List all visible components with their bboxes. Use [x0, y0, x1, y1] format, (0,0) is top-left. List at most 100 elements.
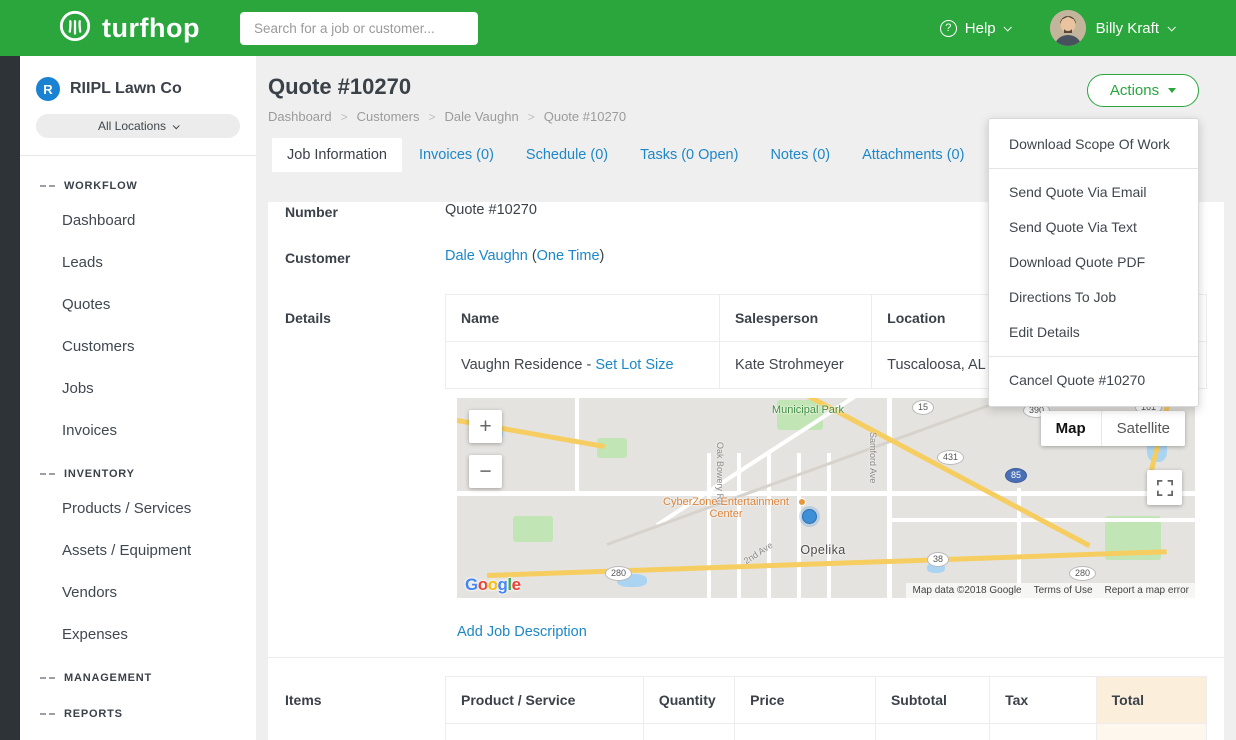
breadcrumb-dashboard[interactable]: Dashboard	[268, 109, 332, 124]
terms-of-use-link[interactable]: Terms of Use	[1034, 585, 1093, 596]
sidebar-item-jobs[interactable]: Jobs	[20, 368, 256, 410]
items-table-row	[446, 724, 1207, 740]
chevron-down-icon	[1003, 23, 1011, 31]
customer-link[interactable]: Dale Vaughn	[445, 248, 528, 264]
road-shield: 280	[605, 566, 632, 581]
menu-item-send-quote-via-text[interactable]: Send Quote Via Text	[989, 210, 1198, 245]
actions-dropdown-menu: Download Scope Of Work Send Quote Via Em…	[988, 118, 1199, 407]
sidebar-item-products-services[interactable]: Products / Services	[20, 488, 256, 530]
section-label: MANAGEMENT	[64, 672, 152, 684]
help-menu[interactable]: ? Help	[940, 20, 1010, 37]
user-menu[interactable]: Billy Kraft	[1096, 20, 1174, 37]
map[interactable]: Oak Bowery Rd Samford Ave 2nd Ave 15 390…	[457, 398, 1195, 598]
zoom-in-button[interactable]: +	[469, 410, 502, 443]
items-header-product-service: Product / Service	[446, 677, 644, 724]
sidebar-edge-strip	[0, 56, 20, 740]
customer-type-link[interactable]: One Time	[537, 248, 600, 264]
tab-notes[interactable]: Notes (0)	[755, 138, 845, 172]
item-cell	[643, 724, 734, 740]
map-road	[575, 398, 579, 493]
tab-invoices[interactable]: Invoices (0)	[404, 138, 509, 172]
search-input[interactable]	[240, 12, 478, 45]
sidebar-item-leads[interactable]: Leads	[20, 242, 256, 284]
details-header-name: Name	[446, 295, 720, 342]
page-title: Quote #10270	[268, 74, 1224, 100]
company-header: R RIIPL Lawn Co	[20, 56, 256, 101]
map-label-poi: CyberZone Entertainment Center	[657, 496, 795, 520]
section-label: WORKFLOW	[64, 180, 138, 192]
item-cell	[1096, 724, 1206, 740]
nav-section-workflow: WORKFLOW	[20, 164, 256, 200]
map-label-park: Municipal Park	[769, 404, 847, 416]
tab-schedule[interactable]: Schedule (0)	[511, 138, 623, 172]
google-logo: Google	[465, 575, 521, 595]
set-lot-size-link[interactable]: Set Lot Size	[595, 357, 673, 373]
breadcrumb-separator: >	[428, 110, 435, 124]
details-label: Details	[285, 294, 445, 640]
user-avatar[interactable]	[1050, 10, 1086, 46]
sidebar-item-vendors[interactable]: Vendors	[20, 572, 256, 614]
menu-item-send-quote-via-email[interactable]: Send Quote Via Email	[989, 175, 1198, 210]
map-data-credit: Map data ©2018 Google	[912, 585, 1021, 596]
section-dash-icon	[40, 185, 55, 187]
menu-item-directions-to-job[interactable]: Directions To Job	[989, 280, 1198, 315]
zoom-out-button[interactable]: −	[469, 455, 502, 488]
main-content: Quote #10270 Dashboard > Customers > Dal…	[256, 56, 1236, 740]
nav-section-management[interactable]: MANAGEMENT	[20, 656, 256, 692]
details-header-salesperson: Salesperson	[719, 295, 871, 342]
app-logo[interactable]: turfhop	[58, 9, 200, 48]
property-name-cell: Vaughn Residence - Set Lot Size	[446, 342, 720, 389]
tab-job-information[interactable]: Job Information	[272, 138, 402, 172]
menu-item-edit-details[interactable]: Edit Details	[989, 315, 1198, 350]
customer-label: Customer	[285, 248, 445, 266]
actions-button-label: Actions	[1110, 82, 1159, 99]
tab-attachments[interactable]: Attachments (0)	[847, 138, 979, 172]
menu-divider	[989, 356, 1198, 357]
items-row: Items Product / Service Quantity Price S…	[268, 676, 1224, 740]
map-road	[827, 453, 831, 598]
road-shield-interstate: 85	[1005, 468, 1027, 483]
map-road	[457, 491, 1195, 496]
satellite-view-button[interactable]: Satellite	[1101, 411, 1185, 446]
road-shield: 38	[927, 552, 949, 567]
nav-section-reports[interactable]: REPORTS	[20, 692, 256, 728]
map-feature	[513, 516, 553, 542]
map-view-button[interactable]: Map	[1041, 411, 1101, 446]
poi-icon	[798, 498, 806, 506]
menu-item-cancel-quote[interactable]: Cancel Quote #10270	[989, 363, 1198, 398]
map-marker[interactable]	[802, 509, 817, 524]
sidebar-item-dashboard[interactable]: Dashboard	[20, 200, 256, 242]
actions-button[interactable]: Actions	[1087, 74, 1199, 107]
location-selector[interactable]: All Locations	[36, 114, 240, 138]
sidebar-item-assets-equipment[interactable]: Assets / Equipment	[20, 530, 256, 572]
breadcrumb-customers[interactable]: Customers	[357, 109, 420, 124]
menu-item-download-scope-of-work[interactable]: Download Scope Of Work	[989, 127, 1198, 162]
report-map-error-link[interactable]: Report a map error	[1105, 585, 1189, 596]
add-job-description-link[interactable]: Add Job Description	[457, 624, 587, 640]
items-header-quantity: Quantity	[643, 677, 734, 724]
company-logo: R	[36, 77, 60, 101]
user-name: Billy Kraft	[1096, 20, 1159, 37]
item-cell	[875, 724, 989, 740]
breadcrumb-separator: >	[341, 110, 348, 124]
sidebar-item-invoices[interactable]: Invoices	[20, 410, 256, 452]
items-header-price: Price	[735, 677, 876, 724]
road-shield: 431	[937, 450, 964, 465]
salesperson-cell: Kate Strohmeyer	[719, 342, 871, 389]
property-name: Vaughn Residence -	[461, 357, 595, 373]
road-shield: 280	[1069, 566, 1096, 581]
brand-icon	[58, 9, 92, 48]
map-attribution: Map data ©2018 Google Terms of Use Repor…	[906, 583, 1195, 598]
location-label: All Locations	[98, 119, 166, 133]
sidebar-nav: WORKFLOW Dashboard Leads Quotes Customer…	[20, 156, 256, 728]
items-label: Items	[285, 676, 445, 740]
item-cell	[735, 724, 876, 740]
breadcrumb-customer-name[interactable]: Dale Vaughn	[445, 109, 519, 124]
map-road	[737, 453, 741, 598]
sidebar-item-expenses[interactable]: Expenses	[20, 614, 256, 656]
tab-tasks[interactable]: Tasks (0 Open)	[625, 138, 753, 172]
sidebar-item-customers[interactable]: Customers	[20, 326, 256, 368]
fullscreen-button[interactable]	[1147, 470, 1182, 505]
sidebar-item-quotes[interactable]: Quotes	[20, 284, 256, 326]
menu-item-download-quote-pdf[interactable]: Download Quote PDF	[989, 245, 1198, 280]
